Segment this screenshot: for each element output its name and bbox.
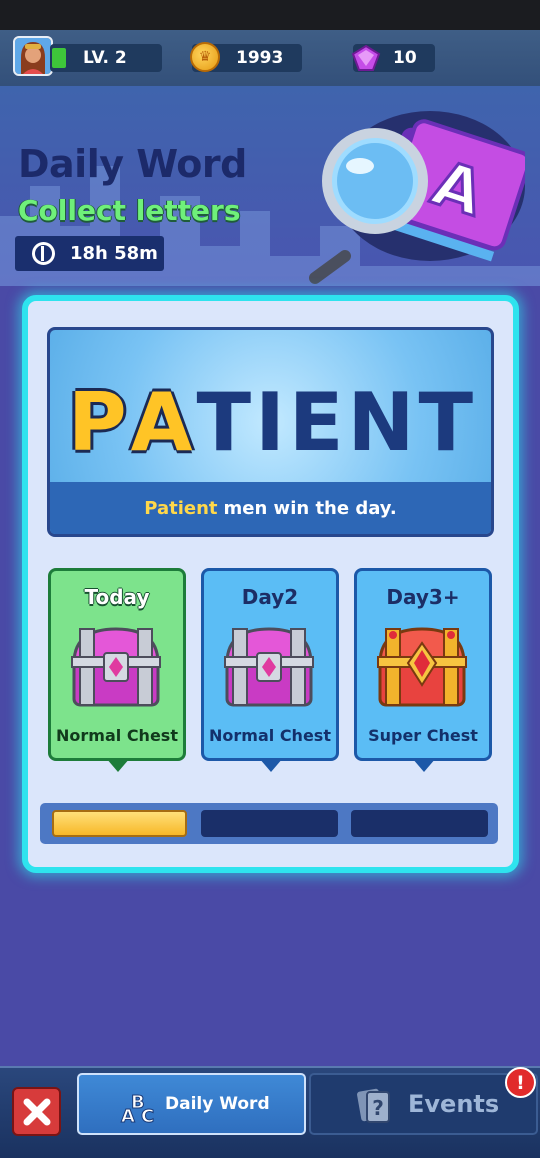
proverb-strip: Patient men win the day. — [50, 482, 491, 534]
coin-icon: ♛ — [190, 42, 220, 72]
coins-display[interactable]: ♛ 1993 — [190, 42, 302, 72]
word-letter: P — [67, 376, 127, 469]
reward-day-label: Day3+ — [386, 585, 460, 609]
close-icon — [23, 1098, 50, 1125]
word-letter: T — [196, 376, 252, 469]
reward-card-day3[interactable]: Day3+ Super Chest — [354, 568, 492, 772]
gem-icon — [351, 44, 381, 77]
abc-icon: A B C — [117, 1086, 161, 1131]
card-pointer — [412, 758, 436, 772]
tab-events-label: Events — [408, 1090, 500, 1118]
word-letter: N — [347, 376, 415, 469]
progress-segment-2 — [201, 810, 338, 837]
level-display: LV. 2 — [50, 44, 162, 72]
level-progress-icon — [52, 48, 66, 68]
card-pointer — [106, 758, 130, 772]
normal-chest-icon — [66, 623, 166, 717]
word-letter: E — [288, 376, 344, 469]
svg-text:?: ? — [372, 1096, 384, 1120]
reward-chest-label: Super Chest — [368, 726, 478, 745]
reward-day-label: Today — [84, 585, 150, 609]
reward-day-label: Day2 — [241, 585, 299, 609]
progress-segment-1 — [52, 810, 187, 837]
reward-card-day2[interactable]: Day2 Normal Chest — [201, 568, 339, 772]
events-card-icon: ? — [355, 1086, 395, 1132]
page-title: Daily Word — [18, 142, 247, 186]
timer-icon — [32, 242, 55, 265]
event-header: Daily Word Collect letters 18h 58m A — [0, 86, 540, 286]
word-letter: A — [130, 376, 193, 469]
tab-daily-word-label: Daily Word — [165, 1094, 270, 1114]
reward-chest-label: Normal Chest — [209, 726, 331, 745]
coins-value: 1993 — [236, 48, 284, 68]
timer-value: 18h 58m — [70, 243, 158, 264]
card-pointer — [259, 758, 283, 772]
countdown-timer: 18h 58m — [15, 236, 164, 271]
day-progress-bar — [40, 803, 498, 844]
level-text: LV. 2 — [83, 48, 127, 68]
status-bar — [0, 0, 540, 30]
word-letters: PATIENT — [50, 378, 491, 468]
magnifier-book-icon: A — [305, 106, 532, 290]
alert-icon: ! — [505, 1067, 536, 1098]
tab-daily-word[interactable]: A B C Daily Word — [77, 1073, 306, 1135]
gems-value: 10 — [393, 48, 417, 68]
progress-segment-3 — [351, 810, 488, 837]
proverb-text: men win the day. — [223, 497, 397, 519]
word-letter: T — [418, 376, 474, 469]
reward-chest-label: Normal Chest — [56, 726, 178, 745]
super-chest-icon — [372, 623, 472, 717]
word-card: PATIENT Patient men win the day. — [47, 327, 494, 537]
tab-events[interactable]: ? Events — [309, 1073, 538, 1135]
svg-text:C: C — [141, 1106, 154, 1126]
proverb-highlight: Patient — [144, 497, 218, 519]
close-button[interactable] — [12, 1087, 61, 1136]
normal-chest-icon — [219, 623, 319, 717]
reward-card-today[interactable]: Today Normal Chest — [48, 568, 186, 772]
gems-display[interactable]: 10 — [351, 44, 435, 72]
page-subtitle: Collect letters — [18, 194, 241, 227]
word-letter: I — [255, 376, 285, 469]
top-bar: LV. 2 ♛ 1993 10 — [0, 30, 540, 86]
avatar[interactable] — [13, 36, 53, 76]
